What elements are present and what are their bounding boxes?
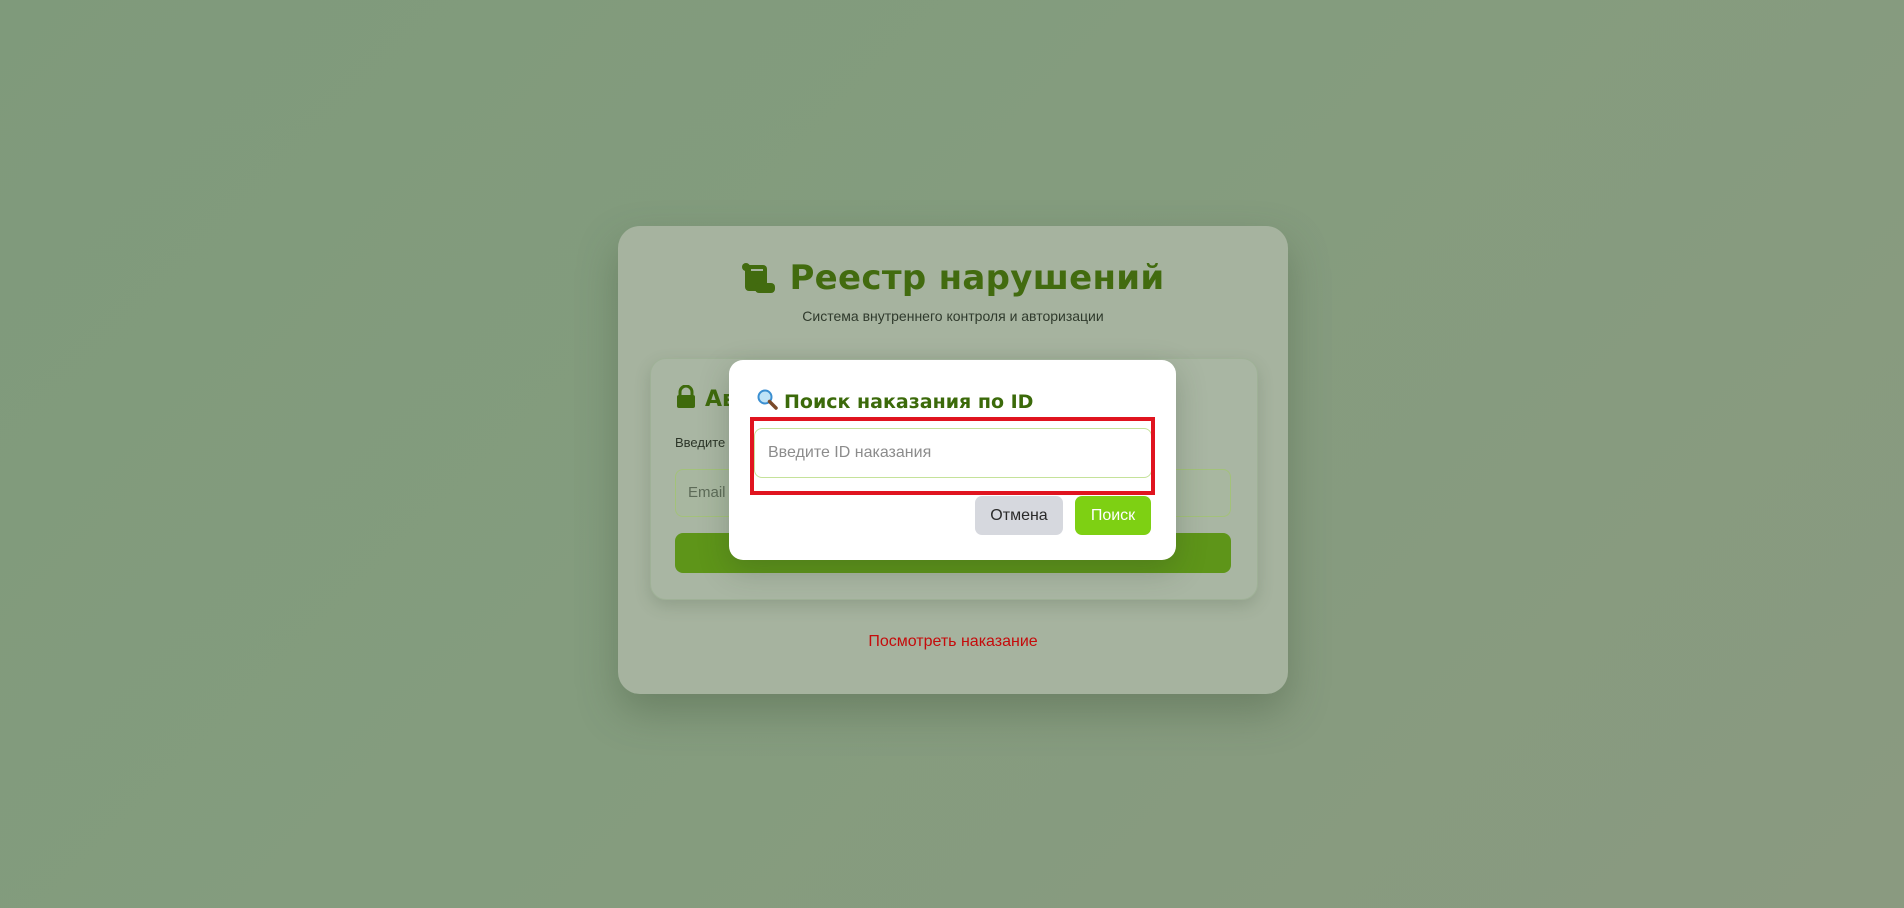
brand-subtitle: Система внутреннего контроля и авторизац…: [802, 308, 1104, 324]
search-button[interactable]: Поиск: [1075, 496, 1151, 535]
modal-title: Поиск наказания по ID: [756, 388, 1033, 415]
cancel-button[interactable]: Отмена: [975, 496, 1063, 535]
lock-icon: [675, 384, 697, 414]
magnifier-icon: [756, 388, 778, 415]
scroll-icon: [741, 261, 779, 295]
view-punishment-link[interactable]: Посмотреть наказание: [618, 633, 1288, 651]
modal-title-text: Поиск наказания по ID: [784, 390, 1034, 413]
brand-title: Реестр нарушений: [789, 258, 1165, 298]
search-modal: Поиск наказания по ID Отмена Поиск: [729, 360, 1176, 560]
highlight-frame: [750, 417, 1155, 495]
auth-hint: Введите: [675, 435, 726, 450]
brand-header: Реестр нарушений: [618, 258, 1288, 298]
auth-heading: Ав: [675, 384, 736, 414]
